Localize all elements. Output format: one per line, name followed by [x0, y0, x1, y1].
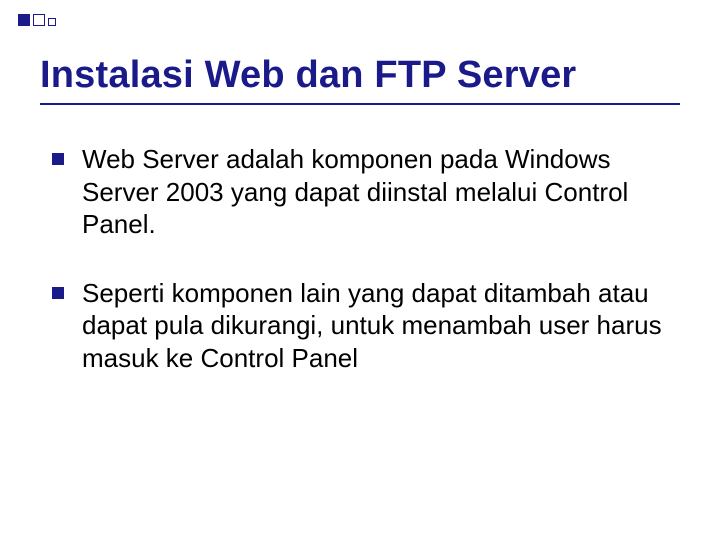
slide-content: Instalasi Web dan FTP Server Web Server …: [0, 0, 720, 540]
list-item: Seperti komponen lain yang dapat ditamba…: [52, 277, 662, 375]
square-bullet-icon: [52, 287, 64, 299]
title-underline: [40, 103, 680, 105]
square-bullet-icon: [52, 153, 64, 165]
list-item: Web Server adalah komponen pada Windows …: [52, 143, 662, 241]
slide-title: Instalasi Web dan FTP Server: [40, 54, 680, 97]
bullet-text: Web Server adalah komponen pada Windows …: [82, 143, 662, 241]
bullet-text: Seperti komponen lain yang dapat ditamba…: [82, 277, 662, 375]
bullet-list: Web Server adalah komponen pada Windows …: [40, 143, 680, 374]
